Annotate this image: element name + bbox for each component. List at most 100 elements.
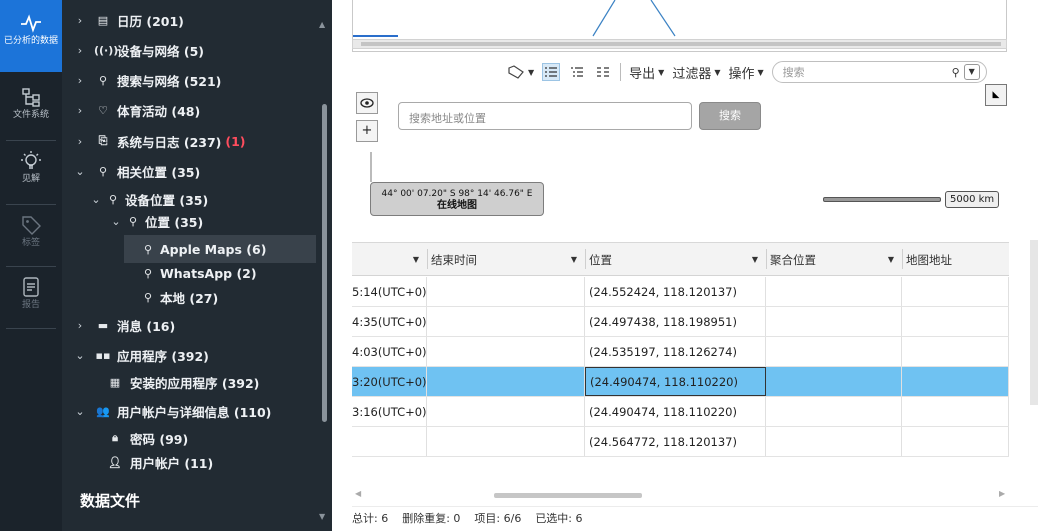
chevron-down-icon[interactable]: ⌄: [90, 193, 102, 206]
table-row[interactable]: 4:03(UTC+0) (24.535197, 118.126274): [352, 337, 1009, 367]
map-view[interactable]: + 搜索地址或位置 搜索 44° 00' 07.20" S 98° 14' 46…: [352, 84, 1007, 236]
tree-node-applications[interactable]: ⌄ ▪▪ 应用程序 (392): [74, 341, 208, 369]
column-header-end-time[interactable]: 结束时间 ▼: [427, 243, 585, 276]
rail-item-tags[interactable]: 标签: [0, 214, 62, 264]
table-horizontal-scrollbar[interactable]: ◀ ▶: [352, 489, 1009, 502]
scroll-down-arrow-icon[interactable]: ▼: [319, 512, 325, 521]
cell-aggregated-location[interactable]: [766, 427, 902, 456]
cell-start-time[interactable]: [352, 427, 427, 456]
tree-node-calendar[interactable]: › ▤ 日历 (201): [74, 6, 184, 34]
cell-start-time[interactable]: 4:03(UTC+0): [352, 337, 427, 366]
table-row[interactable]: 3:20(UTC+0) (24.490474, 118.110220): [352, 367, 1009, 397]
cell-map-address[interactable]: [902, 427, 1009, 456]
map-scale-label: 5000 km: [945, 191, 1000, 208]
chevron-right-icon[interactable]: ›: [74, 14, 86, 27]
cell-end-time[interactable]: [427, 307, 585, 336]
chevron-down-icon[interactable]: ⌄: [74, 349, 86, 362]
table-scrollbar-thumb[interactable]: [494, 493, 642, 498]
chevron-right-icon[interactable]: ›: [74, 319, 86, 332]
cell-map-address[interactable]: [902, 277, 1009, 306]
zoom-slider[interactable]: [370, 152, 372, 182]
zoom-in-button[interactable]: +: [356, 120, 378, 142]
map-search-button[interactable]: 搜索: [699, 102, 761, 130]
map-expand-icon[interactable]: ◣: [985, 84, 1007, 106]
tree-node-messages[interactable]: › ▬ 消息 (16): [74, 311, 175, 339]
rail-item-report[interactable]: 报告: [0, 276, 62, 326]
chevron-right-icon[interactable]: ›: [74, 74, 86, 87]
table-row[interactable]: (24.564772, 118.120137): [352, 427, 1009, 457]
actions-button[interactable]: 操作 ▼: [729, 63, 764, 82]
list-view-icon[interactable]: [542, 63, 561, 81]
cell-end-time[interactable]: [427, 277, 585, 306]
scroll-left-arrow-icon[interactable]: ◀: [355, 489, 361, 498]
columns-view-icon[interactable]: [594, 63, 612, 81]
tree-node-user-account[interactable]: 👤︎ 用户帐户 (11): [106, 448, 213, 476]
tag-filter-button[interactable]: ▼: [507, 63, 534, 81]
tree-node-activity[interactable]: › ♡ 体育活动 (48): [74, 96, 200, 124]
tree-node-locations[interactable]: ⌄ ⚲ 位置 (35): [110, 207, 203, 235]
table-search-input[interactable]: 搜索 ⚲ ▼: [771, 61, 987, 83]
chevron-right-icon[interactable]: ›: [74, 104, 86, 117]
cell-location[interactable]: (24.490474, 118.110220): [585, 397, 766, 426]
cell-end-time[interactable]: [427, 397, 585, 426]
chevron-down-icon[interactable]: ⌄: [74, 165, 86, 178]
chevron-right-icon[interactable]: ›: [74, 44, 86, 57]
cell-map-address[interactable]: [902, 337, 1009, 366]
eye-icon[interactable]: [356, 92, 378, 114]
cell-start-time[interactable]: 5:14(UTC+0): [352, 277, 427, 306]
tree-scrollbar-thumb[interactable]: [322, 104, 327, 422]
cell-location[interactable]: (24.552424, 118.120137): [585, 277, 766, 306]
rail-item-analyzed-data[interactable]: 已分析的数据: [0, 0, 62, 72]
cell-start-time[interactable]: 3:20(UTC+0): [352, 367, 427, 396]
tree-node-user-accounts[interactable]: ⌄ 👥 用户帐户与详细信息 (110): [74, 397, 271, 425]
cell-map-address[interactable]: [902, 307, 1009, 336]
table-row[interactable]: 3:16(UTC+0) (24.490474, 118.110220): [352, 397, 1009, 427]
online-map-label: 在线地图: [437, 200, 477, 211]
search-icon[interactable]: ⚲: [952, 66, 960, 79]
cell-end-time[interactable]: [427, 337, 585, 366]
tree-node-related-locations[interactable]: ⌄ ⚲ 相关位置 (35): [74, 157, 200, 185]
cell-aggregated-location[interactable]: [766, 277, 902, 306]
tree-node-search-network[interactable]: › ⚲ 搜索与网络 (521): [74, 66, 222, 94]
chevron-down-icon[interactable]: ▼: [963, 64, 980, 80]
table-row[interactable]: 5:14(UTC+0) (24.552424, 118.120137): [352, 277, 1009, 307]
tree-node-system-logs[interactable]: › ⎘ 系统与日志 (237) (1): [74, 127, 246, 155]
scroll-up-arrow-icon[interactable]: ▲: [319, 20, 325, 29]
column-header-aggregated-location[interactable]: 聚合位置 ▼: [766, 243, 902, 276]
column-header-map-address[interactable]: 地图地址: [902, 243, 1009, 276]
cell-end-time[interactable]: [427, 427, 585, 456]
cell-map-address[interactable]: [902, 367, 1009, 396]
rail-item-filesystem[interactable]: 文件系统: [0, 86, 62, 136]
cell-start-time[interactable]: 3:16(UTC+0): [352, 397, 427, 426]
map-coordinate-panel[interactable]: 44° 00' 07.20" S 98° 14' 46.76" E 在线地图: [370, 182, 544, 216]
scroll-right-arrow-icon[interactable]: ▶: [999, 489, 1005, 498]
cell-location[interactable]: (24.564772, 118.120137): [585, 427, 766, 456]
cell-location[interactable]: (24.535197, 118.126274): [585, 337, 766, 366]
tree-node-local[interactable]: ⚲ 本地 (27): [142, 283, 218, 311]
table-row[interactable]: 4:35(UTC+0) (24.497438, 118.198951): [352, 307, 1009, 337]
cell-aggregated-location[interactable]: [766, 397, 902, 426]
rail-item-insights[interactable]: 见解: [0, 150, 62, 200]
map-address-input[interactable]: 搜索地址或位置: [398, 102, 692, 130]
cell-location[interactable]: (24.497438, 118.198951): [585, 307, 766, 336]
cell-start-time[interactable]: 4:35(UTC+0): [352, 307, 427, 336]
timeline-scrollbar-thumb[interactable]: [361, 42, 1001, 46]
chevron-right-icon[interactable]: ›: [74, 135, 86, 148]
cell-aggregated-location[interactable]: [766, 307, 902, 336]
chevron-down-icon[interactable]: ⌄: [110, 215, 122, 228]
tree-view-icon[interactable]: [568, 63, 586, 81]
filter-button[interactable]: 过滤器 ▼: [672, 63, 720, 82]
cell-aggregated-location[interactable]: [766, 337, 902, 366]
cell-end-time[interactable]: [427, 367, 585, 396]
chevron-down-icon[interactable]: ⌄: [74, 405, 86, 418]
cell-map-address[interactable]: [902, 397, 1009, 426]
tree-node-installed-apps[interactable]: ▦ 安装的应用程序 (392): [106, 368, 260, 396]
tree-node-device-network[interactable]: › ((·)) 设备与网络 (5): [74, 36, 204, 64]
column-header-start-time[interactable]: ▼: [352, 243, 427, 276]
export-button[interactable]: 导出 ▼: [629, 63, 664, 82]
cell-location[interactable]: (24.490474, 118.110220): [585, 367, 766, 396]
timeline-scrollbar[interactable]: [352, 39, 1007, 49]
column-header-location[interactable]: 位置 ▼: [585, 243, 766, 276]
cell-aggregated-location[interactable]: [766, 367, 902, 396]
tag-icon: [22, 216, 41, 235]
